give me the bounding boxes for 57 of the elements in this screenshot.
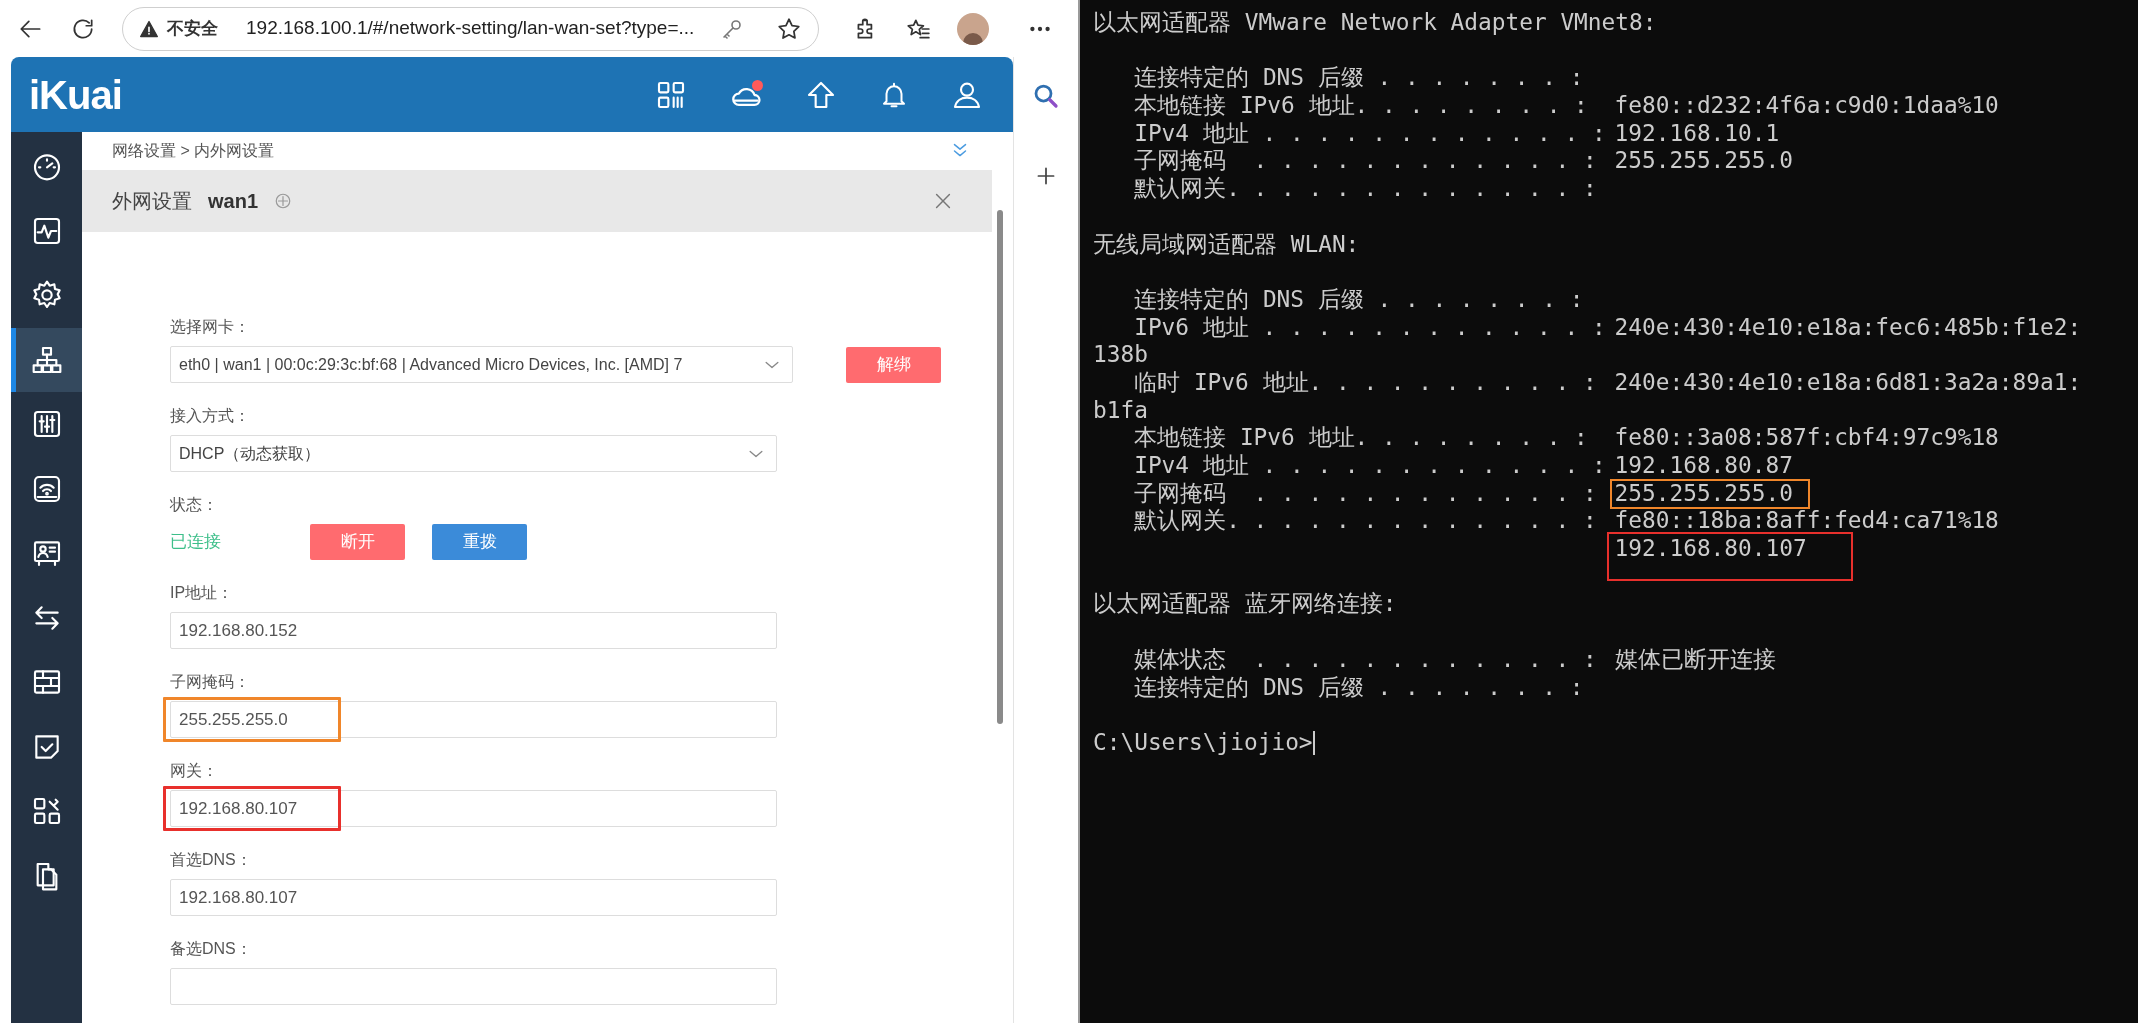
terminal-line: 138b <box>1093 341 1148 369</box>
terminal-value: fe80::18ba:8aff:fed4:ca71%18 <box>1614 507 1999 534</box>
avatar-icon[interactable] <box>957 12 989 45</box>
terminal-value: 240e:430:4e10:e18a:6d81:3a2a:89a1: <box>1614 368 2082 395</box>
terminal-value: 192.168.80.107 <box>1614 535 1807 562</box>
terminal-label: IPv6 地址 . . . . . . . . . . . . : <box>1134 313 1607 342</box>
panel-title: 外网设置 <box>112 189 192 214</box>
field-label: 状态： <box>170 495 219 515</box>
terminal-label: IPv4 地址 . . . . . . . . . . . . : <box>1134 452 1607 480</box>
field-label: 接入方式： <box>170 406 251 426</box>
terminal-value: 192.168.10.1 <box>1614 119 1780 146</box>
terminal-label: 连接特定的 DNS 后缀 . . . . . . . : <box>1134 285 1585 314</box>
input-field[interactable]: 192.168.80.107 <box>170 879 777 916</box>
terminal-value: 240e:430:4e10:e18a:fec6:485b:f1e2: <box>1614 313 2082 340</box>
terminal-line: C:\Users\jiojio> <box>1093 728 1313 757</box>
terminal-value: 媒体已断开连接 <box>1614 645 1776 672</box>
field-label: 备选DNS： <box>170 939 253 959</box>
scrollbar[interactable] <box>997 210 1003 724</box>
url-text: 192.168.100.1/#/network-setting/lan-wan-set?type=... <box>246 16 695 41</box>
terminal-label: 本地链接 IPv6 地址. . . . . . . . : <box>1134 424 1589 452</box>
warning-icon <box>139 18 159 39</box>
terminal-label: 子网掩码 . . . . . . . . . . . . : <box>1134 479 1598 508</box>
terminal-label: IPv4 地址 . . . . . . . . . . . . : <box>1134 119 1607 148</box>
sidebar-item[interactable] <box>11 327 82 392</box>
terminal-label: 默认网关. . . . . . . . . . . . . : <box>1134 175 1598 203</box>
field-label: 子网掩码： <box>170 672 251 692</box>
terminal-value: 255.255.255.0 <box>1614 147 1793 174</box>
star-icon[interactable] <box>776 15 802 42</box>
terminal-label: 连接特定的 DNS 后缀 . . . . . . . : <box>1134 64 1585 93</box>
breadcrumb: 网络设置 > 内外网设置 <box>112 141 275 161</box>
terminal-label: 子网掩码 . . . . . . . . . . . . : <box>1134 147 1598 176</box>
field-label: 首选DNS： <box>170 850 253 870</box>
terminal-label: 媒体状态 . . . . . . . . . . . . : <box>1134 645 1598 674</box>
terminal-line: 以太网适配器 VMware Network Adapter VMnet8: <box>1093 9 1657 37</box>
terminal-line: 以太网适配器 蓝牙网络连接: <box>1093 590 1397 619</box>
select-field[interactable]: eth0 | wan1 | 00:0c:29:3c:bf:68 | Advanced Micro Devices, Inc. [AMD] 7 <box>170 346 793 383</box>
terminal-label: 临时 IPv6 地址. . . . . . . . . . : <box>1134 368 1598 397</box>
terminal-value: fe80::d232:4f6a:c9d0:1daa%10 <box>1614 92 1999 119</box>
action-button[interactable]: 重拨 <box>432 524 527 560</box>
terminal-value: 255.255.255.0 <box>1614 479 1793 506</box>
terminal-value: fe80::3a08:587f:cbf4:97c9%18 <box>1614 424 1999 451</box>
field-label: IP地址： <box>170 583 235 603</box>
field-label: 网关： <box>170 761 219 781</box>
security-label: 不安全 <box>167 17 218 40</box>
input-field[interactable]: 192.168.80.152 <box>170 612 777 649</box>
terminal-label: 连接特定的 DNS 后缀 . . . . . . . : <box>1134 673 1585 702</box>
status-text: 已连接 <box>170 531 222 554</box>
interface-name: wan1 <box>208 189 259 214</box>
terminal-label: 本地链接 IPv6 地址. . . . . . . . : <box>1134 92 1589 120</box>
logo-text: iKuai <box>29 74 122 115</box>
select-field[interactable]: DHCP（动态获取） <box>170 435 777 472</box>
terminal-label: 默认网关. . . . . . . . . . . . . : <box>1134 507 1598 536</box>
input-field[interactable] <box>170 968 777 1005</box>
terminal-line: 无线局域网适配器 WLAN: <box>1093 230 1360 259</box>
field-label: 选择网卡： <box>170 317 251 337</box>
terminal-value: 192.168.80.87 <box>1614 452 1793 478</box>
terminal-line: b1fa <box>1093 396 1148 425</box>
